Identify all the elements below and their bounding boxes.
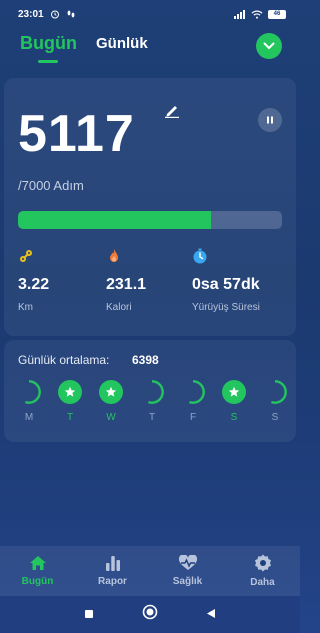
goal-progress-ring [17, 380, 41, 404]
timer-icon [192, 248, 208, 264]
status-time: 23:01 [18, 8, 44, 20]
distance-metric: 3.22 Km [18, 248, 49, 313]
status-bar: 23:01 46 [0, 0, 300, 28]
weekday-item: S [221, 380, 247, 423]
distance-label: Km [18, 302, 33, 313]
weekday-item: M [16, 380, 42, 423]
star-icon [105, 386, 117, 397]
circle-icon [142, 604, 158, 620]
nav-today[interactable]: Bugün [0, 546, 75, 596]
tab-daily[interactable]: Günlük [96, 35, 148, 52]
nav-report-label: Rapor [98, 576, 127, 587]
weekday-item: S [262, 380, 288, 423]
daily-average-card: Günlük ortalama: 6398 M T W T F S S [4, 340, 296, 442]
daily-average-label: Günlük ortalama: [18, 353, 110, 367]
route-icon [18, 248, 34, 264]
footsteps-icon [66, 9, 76, 19]
back-button[interactable] [206, 606, 216, 624]
pause-icon [267, 116, 273, 124]
square-icon [85, 609, 93, 618]
distance-value: 3.22 [18, 276, 50, 293]
battery-level: 46 [273, 11, 281, 17]
pause-button[interactable] [258, 108, 282, 132]
recents-button[interactable] [84, 606, 94, 624]
step-goal: /7000 Adım [18, 178, 84, 193]
dropdown-button[interactable] [256, 33, 282, 59]
step-progress-fill [18, 211, 211, 229]
nav-report[interactable]: Rapor [75, 546, 150, 596]
nav-more-label: Daha [250, 577, 275, 588]
star-icon [64, 386, 76, 397]
calorie-value: 231.1 [106, 276, 147, 293]
daily-average-value: 6398 [132, 353, 159, 367]
weekday-letter: F [189, 412, 197, 423]
gear-icon [254, 554, 271, 572]
weekday-item: F [180, 380, 206, 423]
tab-indicator [38, 60, 58, 63]
home-button[interactable] [142, 604, 158, 625]
bottom-navigation: Bugün Rapor Sağlık Daha [0, 546, 300, 596]
goal-complete-circle [99, 380, 123, 404]
walk-time-value: 0sa 57dk [192, 276, 260, 293]
weekday-letter: S [230, 412, 238, 423]
weekday-item: W [98, 380, 124, 423]
weekday-letter: M [24, 412, 34, 423]
edit-icon[interactable] [164, 104, 180, 123]
nav-more[interactable]: Daha [225, 546, 300, 596]
wifi-icon [251, 10, 263, 19]
goal-complete-circle [58, 380, 82, 404]
weekday-letter: T [148, 412, 156, 423]
walk-time-metric: 0sa 57dk Yürüyüş Süresi [192, 248, 260, 313]
nav-health[interactable]: Sağlık [150, 546, 225, 596]
steps-card: 5117 /7000 Adım 3.22 Km 231.1 Kalori 0sa… [4, 78, 296, 336]
header: Bugün Günlük [0, 30, 300, 66]
goal-progress-ring [263, 380, 287, 404]
nav-today-label: Bugün [21, 576, 54, 587]
weekday-item: T [139, 380, 165, 423]
nav-health-label: Sağlık [172, 576, 203, 587]
weekday-letter: T [66, 412, 74, 423]
step-count: 5117 [18, 105, 135, 163]
home-icon [29, 556, 46, 570]
signal-icon [234, 9, 246, 19]
star-icon [228, 386, 240, 397]
goal-complete-circle [222, 380, 246, 404]
goal-progress-ring [181, 380, 205, 404]
alarm-icon [50, 9, 60, 19]
step-progress-bar [18, 211, 282, 229]
weekday-item: T [57, 380, 83, 423]
triangle-back-icon [207, 608, 215, 618]
weekday-letter: W [106, 412, 116, 423]
heart-pulse-icon [178, 555, 197, 570]
weekday-row: MTWTFSS [16, 380, 288, 423]
system-navigation-bar [0, 596, 300, 633]
goal-progress-ring [140, 380, 164, 404]
weekday-letter: S [271, 412, 279, 423]
tab-today[interactable]: Bugün [20, 33, 77, 54]
chevron-down-icon [263, 42, 275, 49]
calorie-metric: 231.1 Kalori [106, 248, 146, 313]
battery-icon: 46 [268, 9, 286, 19]
calorie-label: Kalori [106, 302, 132, 313]
flame-icon [106, 248, 122, 264]
walk-time-label: Yürüyüş Süresi [192, 302, 260, 313]
report-icon [105, 556, 120, 571]
